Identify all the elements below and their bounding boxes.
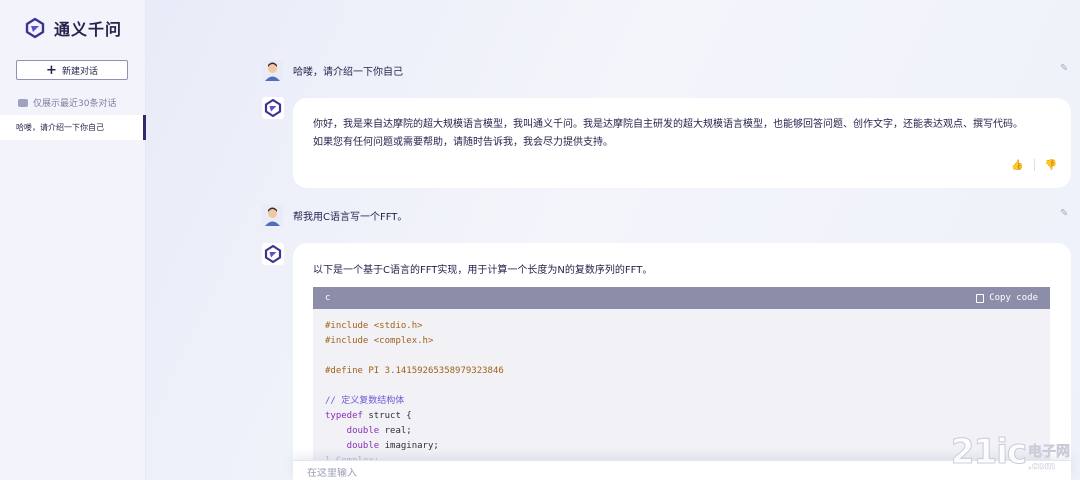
user-message-text: 哈喽，请介绍一下你自己 [293, 66, 403, 78]
bot-reply: 你好，我是来自达摩院的超大规模语言模型，我叫通义千问。我是达摩院自主研发的超大规… [293, 98, 1071, 188]
site-watermark: 21ic 电子网 .com [950, 432, 1071, 473]
watermark-logo-text: 21ic [950, 432, 1027, 473]
reply-line: 如果您有任何问题或需要帮助，请随时告诉我，我会尽力提供支持。 [313, 137, 613, 148]
bot-avatar [262, 243, 284, 265]
code-token: real; [379, 426, 412, 436]
tongyi-logo-icon [24, 17, 46, 39]
edit-icon[interactable]: ✎ [1060, 209, 1070, 219]
new-chat-button[interactable]: + 新建对话 [16, 60, 128, 80]
user-avatar [262, 204, 283, 226]
code-token: imaginary; [379, 441, 439, 451]
code-header: c Copy code [313, 287, 1050, 309]
history-note: 仅展示最近30条对话 [18, 96, 116, 109]
code-line: #include <complex.h> [325, 336, 434, 346]
thumbs-down-icon[interactable]: 👎 [1045, 160, 1057, 171]
code-token: double [325, 426, 380, 436]
thumbs-up-icon[interactable]: 👍 [1011, 160, 1023, 171]
copy-code-button[interactable]: Copy code [976, 293, 1038, 303]
bot-reply-intro: 以下是一个基于C语言的FFT实现，用于计算一个长度为N的复数序列的FFT。 [313, 265, 653, 276]
sidebar: 通义千问 + 新建对话 仅展示最近30条对话 哈喽，请介绍一下你自己 [0, 0, 146, 480]
chat-bubble-icon [18, 98, 28, 107]
app-name: 通义千问 [54, 20, 123, 39]
feedback-bar: 👍 👎 [1011, 159, 1057, 171]
bot-reply-text: 你好，我是来自达摩院的超大规模语言模型，我叫通义千问。我是达摩院自主研发的超大规… [313, 116, 1073, 152]
user-avatar [262, 59, 283, 81]
history-item-label: 哈喽，请介绍一下你自己 [16, 123, 104, 132]
copy-icon [976, 293, 985, 303]
reply-line: 你好，我是来自达摩院的超大规模语言模型，我叫通义千问。我是达摩院自主研发的超大规… [313, 119, 1023, 130]
app-logo[interactable]: 通义千问 [24, 16, 122, 40]
watermark-right: 电子网 .com [1028, 441, 1071, 473]
message-input[interactable] [307, 468, 807, 479]
code-token: double [325, 441, 380, 451]
history-item[interactable]: 哈喽，请介绍一下你自己 [0, 115, 146, 140]
code-block: c Copy code #include <stdio.h> #include … [313, 287, 1050, 480]
user-message-text: 帮我用C语言写一个FFT。 [293, 211, 408, 223]
code-token: typedef [325, 411, 363, 421]
chat-area: 哈喽，请介绍一下你自己 ✎ 你好，我是来自达摩院的超大规模语言模型，我叫通义千问… [146, 0, 1080, 480]
code-line: #define PI 3.14159265358979323846 [325, 366, 504, 376]
watermark-en: .com [1028, 461, 1056, 473]
edit-icon[interactable]: ✎ [1060, 64, 1070, 74]
divider [1033, 159, 1035, 171]
user-message: 哈喽，请介绍一下你自己 [262, 59, 403, 81]
history-note-text: 仅展示最近30条对话 [33, 99, 117, 109]
watermark-cn: 电子网 [1028, 444, 1071, 461]
code-content: #include <stdio.h> #include <complex.h> … [313, 309, 1050, 479]
new-chat-label: 新建对话 [61, 66, 98, 77]
code-line: // 定义复数结构体 [325, 396, 405, 406]
copy-code-label: Copy code [989, 293, 1038, 303]
plus-icon: + [46, 62, 57, 78]
user-message: 帮我用C语言写一个FFT。 [262, 204, 407, 226]
code-line: #include <stdio.h> [325, 321, 423, 331]
code-language: c [325, 293, 331, 303]
bot-avatar [262, 97, 284, 119]
code-token: struct { [362, 411, 412, 421]
